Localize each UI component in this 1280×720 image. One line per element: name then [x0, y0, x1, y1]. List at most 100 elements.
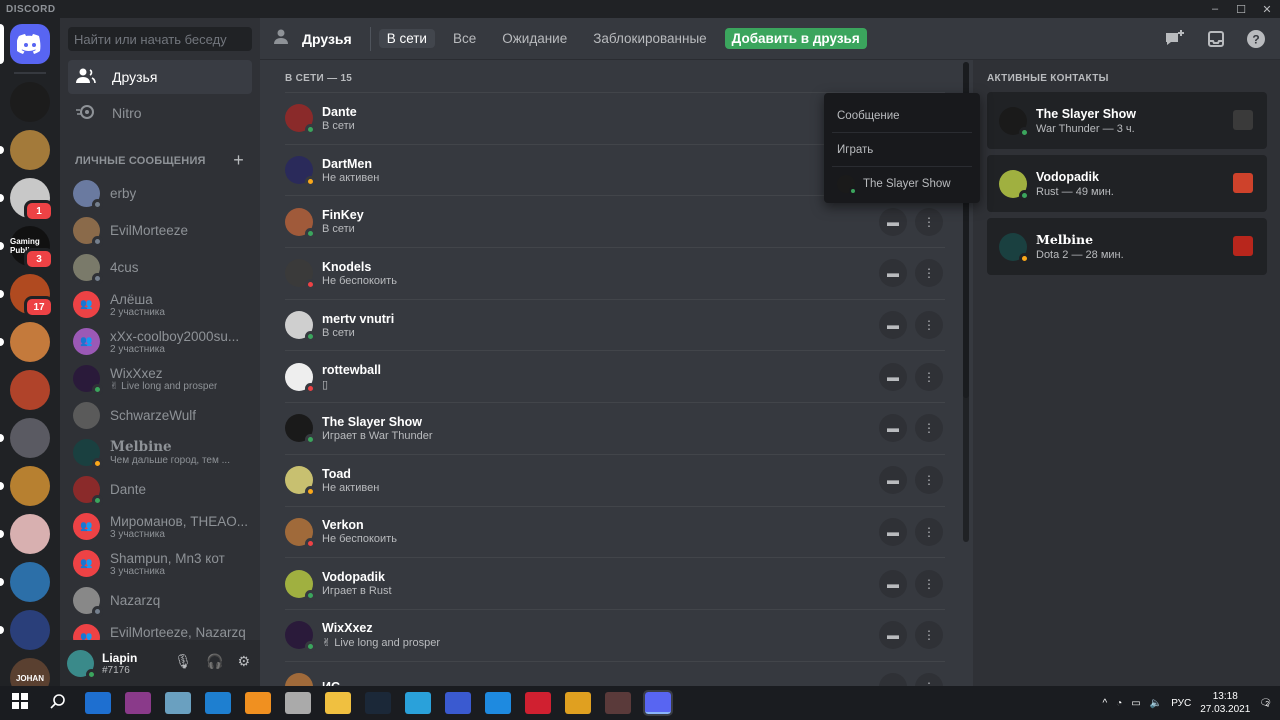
- microphone-icon[interactable]: 🎙: [174, 653, 192, 670]
- more-options-icon[interactable]: ⋮: [915, 672, 943, 686]
- notepad-app-icon[interactable]: [165, 692, 191, 714]
- active-contact-card[interactable]: The Slayer Show War Thunder — 3 ч.: [987, 92, 1267, 149]
- terminal-app-icon[interactable]: [205, 692, 231, 714]
- dm-item[interactable]: Melbine Чем дальше город, тем ...: [68, 434, 252, 471]
- more-options-icon[interactable]: ⋮: [915, 362, 943, 391]
- menu-item-message[interactable]: Сообщение: [832, 99, 972, 133]
- battery-icon[interactable]: ▭: [1131, 698, 1140, 709]
- settings-gear-icon[interactable]: ⚙: [237, 653, 250, 670]
- clock[interactable]: 13:18 27.03.2021: [1200, 690, 1250, 716]
- message-icon[interactable]: ▬: [879, 569, 907, 598]
- server-icon-server-10[interactable]: [0, 514, 50, 554]
- new-group-dm-icon[interactable]: [1164, 29, 1186, 54]
- active-contact-card[interactable]: Melbine Dota 2 — 28 мин.: [987, 218, 1267, 275]
- message-icon[interactable]: ▬: [879, 362, 907, 391]
- telegram-app-icon[interactable]: [405, 692, 431, 714]
- sublime-app-icon[interactable]: [245, 692, 271, 714]
- notifications-icon[interactable]: 🗨 2: [1259, 698, 1272, 709]
- active-contact-card[interactable]: Vodopadik Rust — 49 мин.: [987, 155, 1267, 212]
- opera-app-icon[interactable]: [525, 692, 551, 714]
- message-icon[interactable]: ▬: [879, 517, 907, 546]
- steam-app-icon[interactable]: [365, 692, 391, 714]
- message-icon[interactable]: ▬: [879, 466, 907, 495]
- more-options-icon[interactable]: ⋮: [915, 466, 943, 495]
- user-avatar[interactable]: [67, 649, 97, 680]
- more-options-icon[interactable]: ⋮: [915, 621, 943, 650]
- dm-item[interactable]: 4cus: [68, 249, 252, 286]
- friend-row[interactable]: mertv vnutri В сети ▬ ⋮: [285, 298, 945, 351]
- message-icon[interactable]: ▬: [879, 621, 907, 650]
- friend-row[interactable]: rottewball ▯ ▬ ⋮: [285, 350, 945, 402]
- server-icon-server-3[interactable]: 1: [0, 178, 54, 222]
- winrar-app-icon[interactable]: [125, 692, 151, 714]
- explorer-files-app-icon[interactable]: [285, 692, 311, 714]
- dm-item[interactable]: Dante: [68, 471, 252, 508]
- friend-row[interactable]: Knodels Не беспокоить ▬ ⋮: [285, 247, 945, 299]
- server-icon-server-11[interactable]: [0, 562, 50, 602]
- server-icon-server-7[interactable]: [10, 370, 50, 410]
- more-options-icon[interactable]: ⋮: [915, 311, 943, 340]
- folder-app-icon[interactable]: [325, 692, 351, 714]
- friend-row[interactable]: Vodopadik Играет в Rust ▬ ⋮: [285, 557, 945, 609]
- search-input[interactable]: Найти или начать беседу: [68, 27, 252, 51]
- tab-all[interactable]: Все: [445, 29, 484, 48]
- chrome-app-icon[interactable]: [565, 692, 591, 714]
- vm-app-icon[interactable]: [445, 692, 471, 714]
- dm-item[interactable]: Nazarzq: [68, 582, 252, 619]
- windows-start-icon[interactable]: [12, 692, 28, 714]
- tab-blocked[interactable]: Заблокированные: [585, 29, 714, 48]
- mail-app-icon[interactable]: [85, 692, 111, 714]
- server-icon-dota-community[interactable]: [10, 82, 50, 122]
- friend-row[interactable]: WixXxez ✌ Live long and prosper ▬ ⋮: [285, 608, 945, 661]
- add-friend-button[interactable]: Добавить в друзья: [724, 28, 867, 49]
- dm-item[interactable]: 👥 Алёша 2 участника: [68, 286, 252, 323]
- message-icon[interactable]: ▬: [879, 311, 907, 340]
- maximize-button[interactable]: ☐: [1228, 0, 1254, 18]
- more-options-icon[interactable]: ⋮: [915, 207, 943, 236]
- dm-item[interactable]: WixXxez ✌ Live long and prosper: [68, 360, 252, 397]
- server-icon-gaming-public[interactable]: Gaming Public 3: [0, 226, 54, 270]
- volume-icon[interactable]: 🔈: [1150, 698, 1162, 709]
- help-icon[interactable]: ?: [1246, 29, 1266, 54]
- dota-app-icon[interactable]: [605, 692, 631, 714]
- menu-item-game[interactable]: The Slayer Show: [832, 167, 972, 201]
- dm-item[interactable]: 👥 Мироманов, THEAO... 3 участника: [68, 508, 252, 545]
- friend-row[interactable]: Toad Не активен ▬ ⋮: [285, 453, 945, 506]
- language-indicator[interactable]: РУС: [1171, 698, 1191, 709]
- create-dm-plus-icon[interactable]: +: [233, 150, 244, 171]
- nav-friends[interactable]: Друзья: [68, 60, 252, 94]
- server-icon-server-5[interactable]: 17: [0, 274, 54, 318]
- dm-item[interactable]: SchwarzeWulf: [68, 397, 252, 434]
- nav-nitro[interactable]: Nitro: [68, 96, 252, 130]
- message-icon[interactable]: ▬: [879, 414, 907, 443]
- more-options-icon[interactable]: ⋮: [915, 259, 943, 288]
- inbox-icon[interactable]: [1206, 29, 1226, 54]
- react-app-icon[interactable]: [485, 692, 511, 714]
- server-icon-server-9[interactable]: [0, 466, 50, 506]
- tab-pending[interactable]: Ожидание: [494, 29, 575, 48]
- chevron-up-icon[interactable]: ^: [1103, 698, 1108, 709]
- search-icon[interactable]: [50, 693, 66, 714]
- more-options-icon[interactable]: ⋮: [915, 569, 943, 598]
- dm-item[interactable]: EvilMorteeze: [68, 212, 252, 249]
- more-options-icon[interactable]: ⋮: [915, 414, 943, 443]
- dm-item[interactable]: 👥 Shampun, Mn3 кот 3 участника: [68, 545, 252, 582]
- server-icon-home[interactable]: [0, 24, 50, 64]
- message-icon[interactable]: ▬: [879, 259, 907, 288]
- tab-online[interactable]: В сети: [378, 29, 435, 48]
- message-icon[interactable]: ▬: [879, 207, 907, 236]
- more-options-icon[interactable]: ⋮: [915, 517, 943, 546]
- message-icon[interactable]: ▬: [879, 672, 907, 686]
- dm-item[interactable]: erby: [68, 175, 252, 212]
- friend-row[interactable]: The Slayer Show Играет в War Thunder ▬ ⋮: [285, 402, 945, 454]
- friend-row[interactable]: ИС▬⋮: [285, 660, 945, 686]
- server-icon-server-13[interactable]: JOHAN: [10, 658, 50, 686]
- headphones-icon[interactable]: 🎧: [206, 653, 223, 670]
- server-icon-server-8[interactable]: [0, 418, 50, 458]
- friend-row[interactable]: Verkon Не беспокоить ▬ ⋮: [285, 505, 945, 558]
- discord-app-icon[interactable]: [643, 690, 673, 716]
- friend-row[interactable]: FinKey В сети ▬ ⋮: [285, 195, 945, 247]
- server-icon-server-12[interactable]: [0, 610, 50, 650]
- dm-item[interactable]: 👥 xXx-coolboy2000su... 2 участника: [68, 323, 252, 360]
- network-icon[interactable]: ◔: [1116, 698, 1122, 709]
